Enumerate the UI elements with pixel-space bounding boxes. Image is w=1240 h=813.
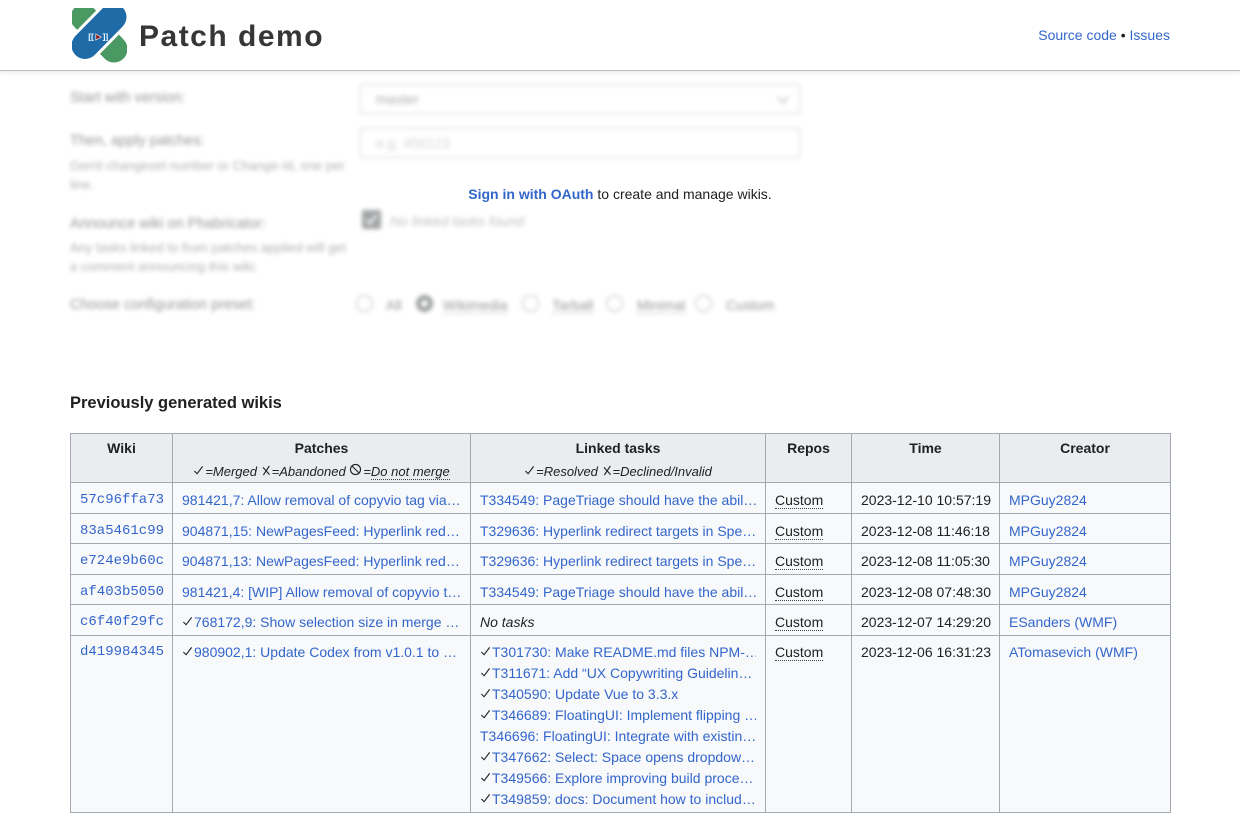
svg-text:[[: [[ bbox=[88, 31, 94, 41]
svg-text:]]: ]] bbox=[103, 31, 109, 41]
